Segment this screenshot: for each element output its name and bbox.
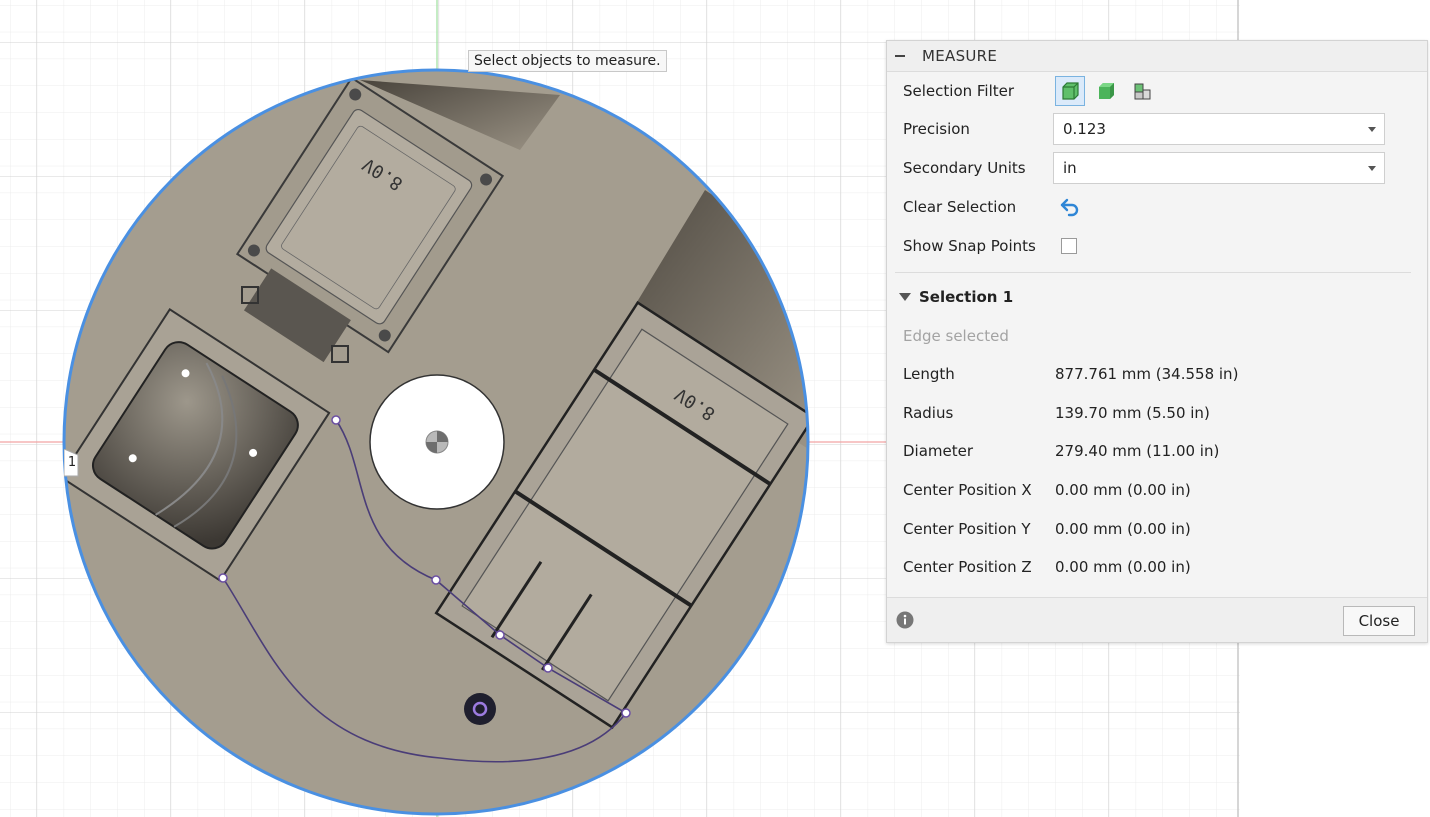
close-button[interactable]: Close	[1343, 606, 1415, 636]
disc-body[interactable]: 8.0V 8.0V	[61, 68, 814, 816]
measure-row-length: Length 877.761 mm (34.558 in)	[903, 359, 1387, 389]
show-snap-points-checkbox[interactable]	[1061, 238, 1077, 254]
selection-status-row: Edge selected	[903, 321, 1387, 351]
measure-panel: MEASURE Selection Filter Precision 0.123…	[886, 40, 1428, 643]
secondary-units-label: Secondary Units	[903, 159, 1026, 177]
measure-tooltip: Select objects to measure.	[468, 50, 667, 72]
selection-filter-row: Selection Filter	[903, 76, 1387, 106]
show-snap-points-row: Show Snap Points	[903, 231, 1387, 261]
measure-label: Radius	[903, 404, 954, 422]
selection-title: Selection 1	[919, 288, 1014, 306]
measure-row-radius: Radius 139.70 mm (5.50 in)	[903, 398, 1387, 428]
measure-row-center-y: Center Position Y 0.00 mm (0.00 in)	[903, 514, 1387, 544]
panel-header: MEASURE	[887, 41, 1427, 72]
measure-value: 139.70 mm (5.50 in)	[1055, 404, 1210, 422]
measure-row-diameter: Diameter 279.40 mm (11.00 in)	[903, 436, 1387, 466]
secondary-units-value: in	[1063, 159, 1077, 177]
precision-select[interactable]: 0.123	[1053, 113, 1385, 145]
chevron-down-icon	[1368, 166, 1376, 171]
selection-filter-group	[1055, 76, 1157, 106]
origin-icon	[425, 430, 449, 454]
measure-label: Center Position Z	[903, 558, 1032, 576]
sketch-point-marker	[464, 693, 496, 725]
selection-section-header[interactable]: Selection 1	[899, 282, 1013, 312]
clear-selection-row: Clear Selection	[903, 192, 1387, 222]
panel-title: MEASURE	[922, 47, 998, 65]
measure-label: Center Position Y	[903, 520, 1031, 538]
measure-row-center-z: Center Position Z 0.00 mm (0.00 in)	[903, 552, 1387, 582]
precision-label: Precision	[903, 120, 970, 138]
collapse-icon[interactable]	[894, 50, 906, 62]
measure-value: 0.00 mm (0.00 in)	[1055, 520, 1191, 538]
measure-label: Length	[903, 365, 955, 383]
measure-value: 279.40 mm (11.00 in)	[1055, 442, 1220, 460]
body-filter-icon[interactable]	[1055, 76, 1085, 106]
selection-status: Edge selected	[903, 327, 1009, 345]
secondary-units-select[interactable]: in	[1053, 152, 1385, 184]
edge-marker-number: 1	[67, 455, 77, 470]
clear-selection-label: Clear Selection	[903, 198, 1017, 216]
show-snap-points-label: Show Snap Points	[903, 237, 1036, 255]
face-filter-icon[interactable]	[1091, 76, 1121, 106]
measure-value: 877.761 mm (34.558 in)	[1055, 365, 1239, 383]
chevron-down-icon	[1368, 127, 1376, 132]
component-filter-icon[interactable]	[1127, 76, 1157, 106]
measure-label: Diameter	[903, 442, 974, 460]
panel-footer: Close	[887, 597, 1427, 642]
measure-label: Center Position X	[903, 481, 1032, 499]
panel-divider	[895, 272, 1411, 273]
measure-value: 0.00 mm (0.00 in)	[1055, 558, 1191, 576]
selection-filter-label: Selection Filter	[903, 82, 1015, 100]
triangle-down-icon	[899, 293, 911, 301]
info-icon[interactable]	[896, 611, 914, 629]
measure-row-center-x: Center Position X 0.00 mm (0.00 in)	[903, 475, 1387, 505]
precision-value: 0.123	[1063, 120, 1106, 138]
measure-value: 0.00 mm (0.00 in)	[1055, 481, 1191, 499]
edge-marker-flag: 1	[64, 449, 80, 477]
undo-icon[interactable]	[1059, 196, 1081, 218]
